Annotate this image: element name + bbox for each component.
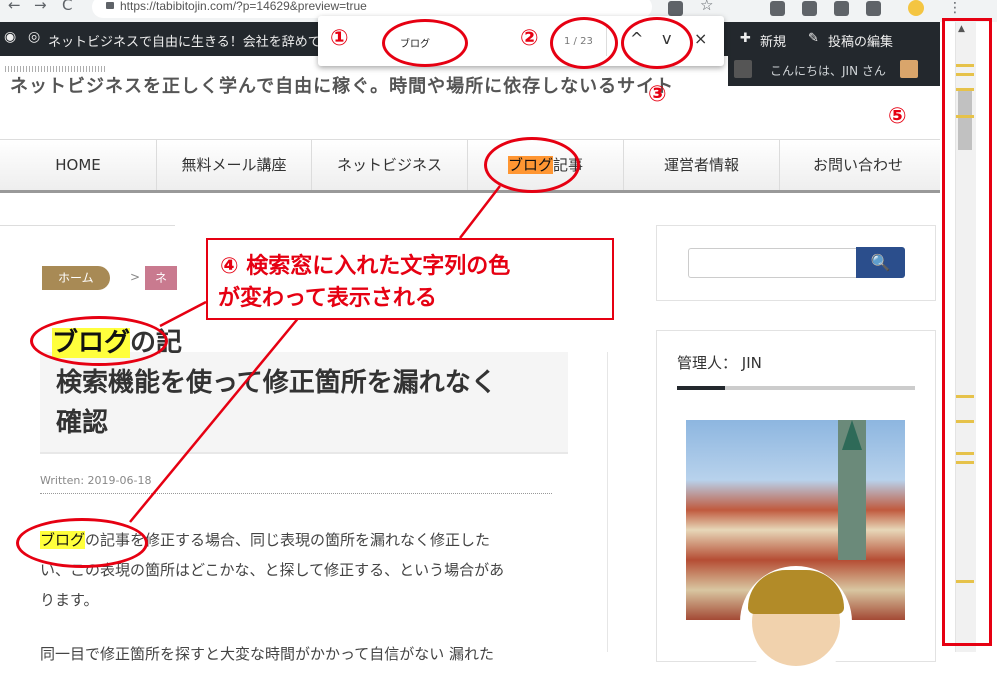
callout-text-line1: ④ 検索窓に入れた文字列の色 (220, 254, 511, 279)
annotation-line-paragraph (129, 315, 301, 523)
annotation-lines (129, 185, 501, 523)
annotation-callout: ④ 検索窓に入れた文字列の色 が変わって表示される (206, 238, 614, 320)
callout-text-line2: が変わって表示される (218, 286, 437, 311)
annotation-line-nav (459, 185, 501, 239)
annotation-line-title (159, 300, 207, 328)
